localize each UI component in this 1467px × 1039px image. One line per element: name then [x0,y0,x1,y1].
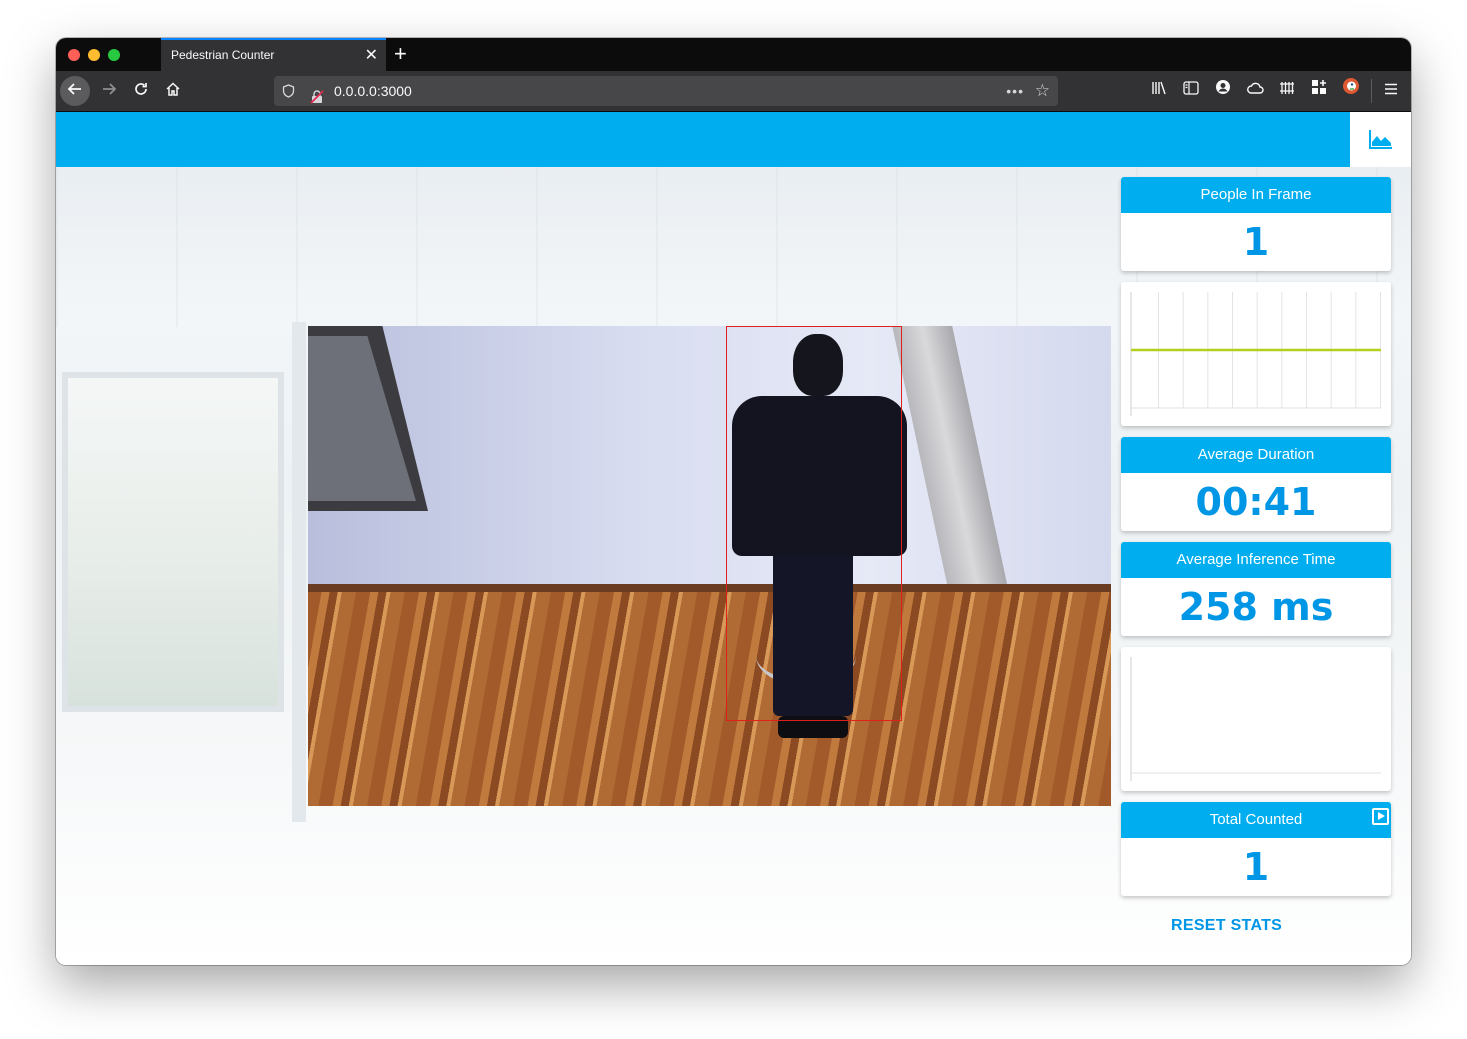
page-actions-icon[interactable]: ••• [1006,76,1024,106]
back-button[interactable] [60,76,90,106]
nav-toolbar: 0.0.0.0:3000 ••• ☆ [56,71,1411,112]
url-text: 0.0.0.0:3000 [334,83,412,99]
back-arrow-icon [67,83,81,95]
background-pillar [292,322,306,822]
total-counted-value: 1 [1242,845,1270,889]
reload-button[interactable] [126,76,156,106]
window-maximize-button[interactable] [108,49,120,61]
inference-chart-card [1121,647,1391,791]
tab-title: Pedestrian Counter [171,48,275,62]
area-chart-icon [1369,130,1392,149]
app-header-bar [56,112,1350,167]
forward-button[interactable] [94,76,124,106]
card-title: Total Counted [1209,811,1303,828]
tab-close-icon[interactable]: ✕ [365,40,378,71]
background-window-image [62,372,284,712]
reset-stats-button[interactable]: RESET STATS [1171,917,1282,935]
apps-extension-icon[interactable] [1305,76,1333,106]
inference-line-chart [1130,657,1381,781]
average-duration-card: Average Duration 00:41 [1121,437,1391,531]
toolbar-separator [1371,79,1372,103]
window-close-button[interactable] [68,49,80,61]
total-counted-card: Total Counted 1 [1121,802,1391,896]
video-feed [308,326,1111,806]
play-icon[interactable] [1372,808,1389,825]
cloud-icon[interactable] [1241,76,1269,106]
average-duration-value: 00:41 [1195,480,1317,524]
sidebar-icon[interactable] [1177,76,1205,106]
app-content: People In Frame 1 Average Duration 00:41… [56,112,1411,965]
reload-icon [135,83,147,95]
new-tab-button[interactable]: + [394,38,407,69]
home-button[interactable] [158,76,188,106]
grid-extension-icon[interactable] [1273,76,1301,106]
people-chart-card [1121,282,1391,426]
people-in-frame-value: 1 [1242,220,1270,264]
home-icon [166,82,180,96]
tab-pedestrian-counter[interactable]: Pedestrian Counter ✕ [161,38,386,71]
forward-arrow-icon [103,83,117,95]
chart-toggle-button[interactable] [1350,112,1411,167]
duckduckgo-icon[interactable] [1337,76,1365,106]
account-icon[interactable] [1209,76,1237,106]
url-bar[interactable]: 0.0.0.0:3000 ••• ☆ [274,76,1058,106]
library-icon[interactable] [1145,76,1173,106]
window-minimize-button[interactable] [88,49,100,61]
tab-strip: Pedestrian Counter ✕ + [56,38,1411,71]
browser-window: Pedestrian Counter ✕ + 0.0.0.0:3000 ••• [56,38,1411,965]
card-title: Average Duration [1121,437,1391,473]
insecure-lock-icon[interactable] [310,84,324,104]
tracking-shield-icon[interactable] [282,76,295,109]
people-in-frame-card: People In Frame 1 [1121,177,1391,271]
people-line-chart [1130,292,1381,416]
card-title: Average Inference Time [1121,542,1391,578]
hamburger-menu-icon[interactable] [1377,76,1405,106]
average-inference-card: Average Inference Time 258 ms [1121,542,1391,636]
bookmark-star-icon[interactable]: ☆ [1035,76,1050,106]
card-title: People In Frame [1121,177,1391,213]
person-bounding-box [726,326,902,721]
average-inference-value: 258 ms [1178,585,1334,629]
